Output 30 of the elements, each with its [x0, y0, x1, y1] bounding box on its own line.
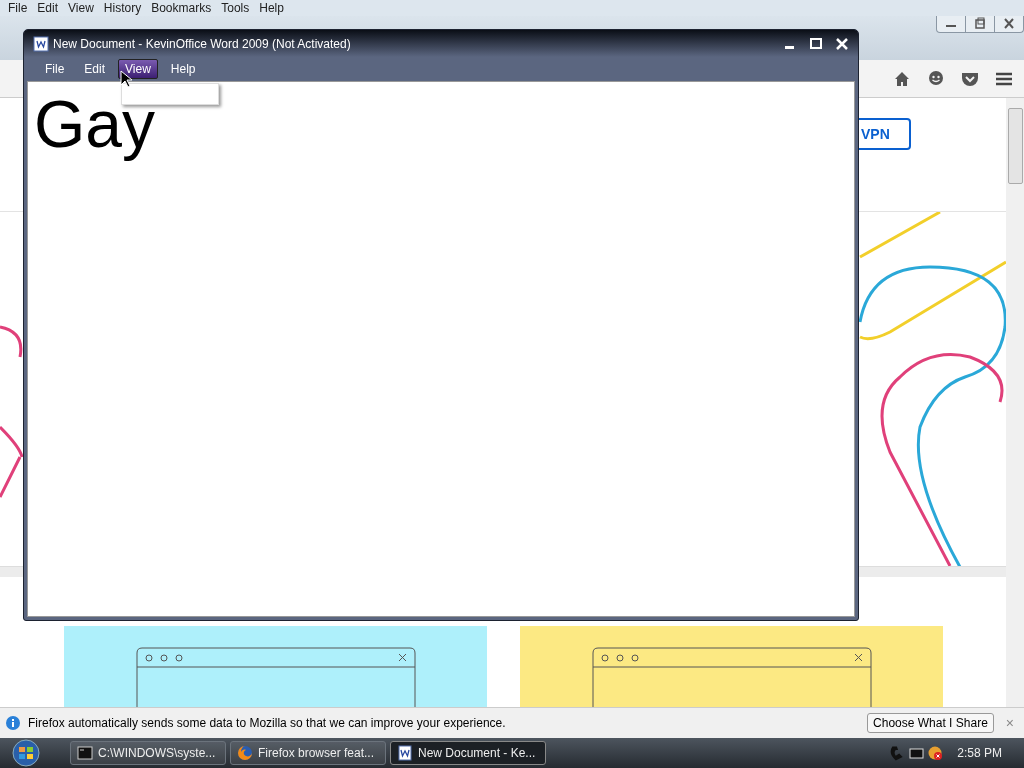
menu-item[interactable]: View — [66, 1, 102, 15]
firefox-icon — [237, 745, 253, 761]
taskbar-button[interactable]: Firefox browser feat... — [230, 741, 386, 765]
notification-text: Firefox automatically sends some data to Mozilla so that we can improve your experience. — [28, 716, 507, 730]
menu-item[interactable]: File — [38, 59, 72, 79]
clock: 2:58 PM — [957, 746, 1002, 760]
menu-item[interactable]: Bookmarks — [149, 1, 220, 15]
scrollbar[interactable] — [1006, 98, 1024, 707]
maximize-icon[interactable] — [808, 36, 824, 51]
document-app-icon — [397, 745, 413, 761]
menu-item[interactable]: Help — [257, 1, 292, 15]
taskbar-button[interactable]: New Document - Ke... — [390, 741, 546, 765]
document-app-icon — [33, 35, 49, 52]
info-icon — [6, 716, 20, 730]
taskbar-button[interactable]: C:\WINDOWS\syste... — [70, 741, 226, 765]
battery-icon — [909, 745, 925, 761]
document-page[interactable]: Gay — [27, 81, 855, 617]
choose-what-i-share-button[interactable]: Choose What I Share — [867, 713, 994, 733]
document-text: Gay — [33, 86, 156, 163]
console-icon — [77, 745, 93, 761]
menu-item[interactable]: Tools — [219, 1, 258, 15]
window-title: New Document - KevinOffice Word 2009 (Not Activated) — [53, 36, 352, 51]
menu-item[interactable]: Edit — [35, 1, 67, 15]
alert-icon — [928, 745, 944, 761]
menu-item[interactable]: Help — [163, 59, 203, 79]
menu-item[interactable]: File — [6, 1, 36, 15]
menu-item[interactable]: Edit — [77, 59, 113, 79]
menu-item[interactable]: View — [118, 59, 158, 79]
vpn-button[interactable]: VPN — [859, 118, 911, 150]
menu-item[interactable]: History — [101, 1, 150, 15]
